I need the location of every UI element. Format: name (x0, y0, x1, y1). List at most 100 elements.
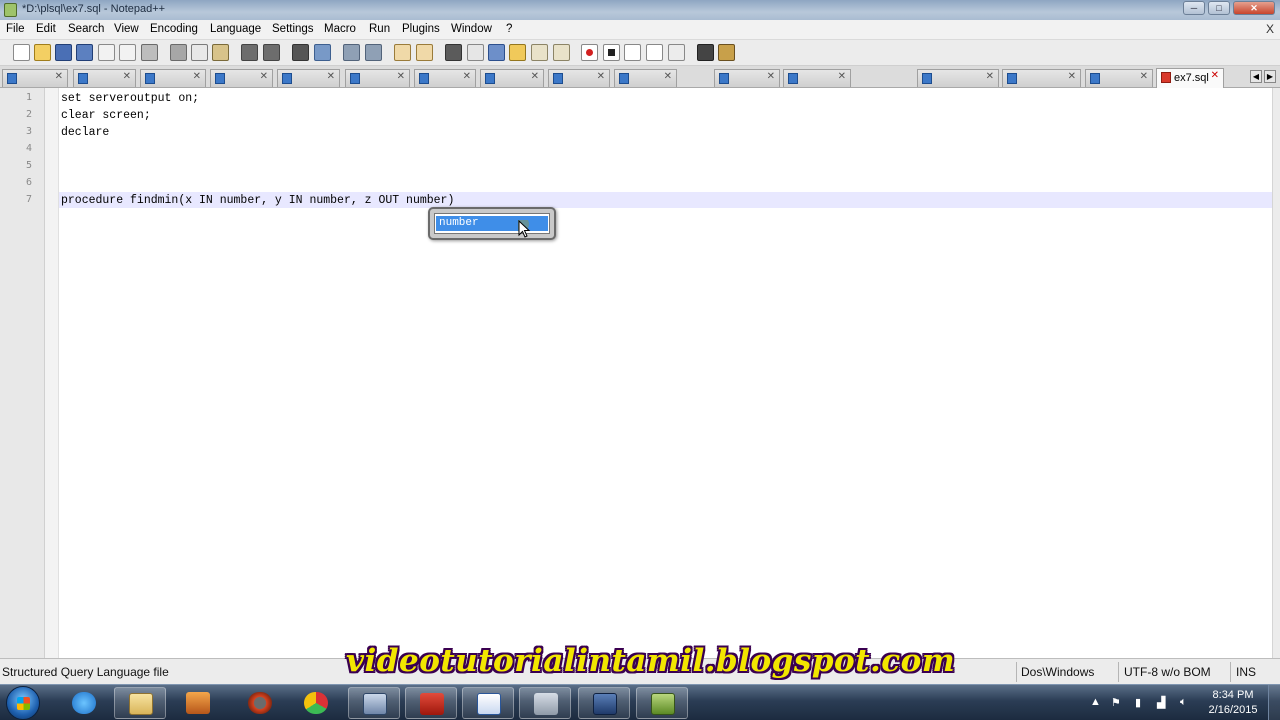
app-button[interactable] (234, 687, 286, 719)
show-hidden-icons-icon[interactable]: ▲ (1090, 696, 1101, 708)
tab[interactable]: ✕ (548, 69, 610, 87)
word-button[interactable] (462, 687, 514, 719)
vertical-scrollbar[interactable] (1272, 88, 1280, 658)
menu-edit[interactable]: Edit (36, 23, 56, 35)
close-icon[interactable]: ✕ (397, 71, 405, 82)
tab[interactable]: ✕ (917, 69, 999, 87)
tab[interactable]: ✕ (614, 69, 677, 87)
menu-macro[interactable]: Macro (324, 23, 356, 35)
maximize-button[interactable]: □ (1208, 1, 1230, 15)
copy-icon[interactable] (191, 44, 208, 61)
tab[interactable]: ✕ (73, 69, 136, 87)
close-button[interactable]: ✕ (1233, 1, 1275, 15)
sync-horizontal-icon[interactable] (416, 44, 433, 61)
action-center-flag-icon[interactable]: ⚑ (1111, 696, 1121, 709)
sql-plugin-icon[interactable] (697, 44, 714, 61)
media-player-button[interactable] (172, 687, 224, 719)
tab-active[interactable]: ex7.sql ✕ (1156, 68, 1224, 88)
tab[interactable]: ✕ (277, 69, 340, 87)
zoom-out-icon[interactable] (365, 44, 382, 61)
close-icon[interactable]: ✕ (260, 71, 268, 82)
menu-plugins[interactable]: Plugins (402, 23, 440, 35)
file-explorer-button[interactable] (114, 687, 166, 719)
close-icon[interactable]: ✕ (1140, 71, 1148, 82)
word-wrap-icon[interactable] (445, 44, 462, 61)
save-icon[interactable] (55, 44, 72, 61)
document-map-icon[interactable] (531, 44, 548, 61)
user-language-icon[interactable] (509, 44, 526, 61)
save-all-icon[interactable] (76, 44, 93, 61)
plugin-icon[interactable] (718, 44, 735, 61)
close-icon[interactable]: ✕ (767, 71, 775, 82)
tab[interactable]: ✕ (140, 69, 206, 87)
menu-view[interactable]: View (114, 23, 139, 35)
editor[interactable]: 1 2 3 4 5 6 7 set serveroutput on; clear… (0, 88, 1280, 658)
network-icon[interactable]: ▟ (1157, 696, 1165, 709)
paste-icon[interactable] (212, 44, 229, 61)
cut-icon[interactable] (170, 44, 187, 61)
tab-scroll-right-icon[interactable]: ▶ (1264, 70, 1276, 83)
chrome-button[interactable] (290, 687, 342, 719)
close-icon[interactable]: ✕ (1211, 70, 1219, 81)
close-icon[interactable]: ✕ (664, 71, 672, 82)
tools-button[interactable] (519, 687, 571, 719)
tab[interactable]: ✕ (2, 69, 68, 87)
tab[interactable]: ✕ (783, 69, 851, 87)
battery-icon[interactable]: ▮ (1135, 696, 1141, 709)
minimize-button[interactable]: ─ (1183, 1, 1205, 15)
close-document-icon[interactable]: X (1266, 22, 1274, 36)
menu-settings[interactable]: Settings (272, 23, 314, 35)
function-list-icon[interactable] (553, 44, 570, 61)
zoom-in-icon[interactable] (343, 44, 360, 61)
undo-icon[interactable] (241, 44, 258, 61)
menu-window[interactable]: Window (451, 23, 492, 35)
menu-help[interactable]: ? (506, 23, 512, 35)
clock[interactable]: 8:34 PM 2/16/2015 (1200, 688, 1266, 718)
save-macro-icon[interactable] (668, 44, 685, 61)
internet-explorer-button[interactable] (58, 687, 110, 719)
menu-encoding[interactable]: Encoding (150, 23, 198, 35)
find-icon[interactable] (292, 44, 309, 61)
menu-file[interactable]: File (6, 23, 25, 35)
close-icon[interactable]: ✕ (55, 71, 63, 82)
close-all-icon[interactable] (119, 44, 136, 61)
close-icon[interactable]: ✕ (327, 71, 335, 82)
play-macro-icon[interactable] (624, 44, 641, 61)
tab[interactable]: ✕ (1085, 69, 1153, 87)
close-icon[interactable]: ✕ (123, 71, 131, 82)
show-desktop-button[interactable] (1268, 685, 1280, 720)
menu-run[interactable]: Run (369, 23, 390, 35)
show-all-characters-icon[interactable] (467, 44, 484, 61)
sql-plus-button[interactable] (578, 687, 630, 719)
close-icon[interactable]: ✕ (986, 71, 994, 82)
close-icon[interactable]: ✕ (838, 71, 846, 82)
close-icon[interactable]: ✕ (193, 71, 201, 82)
volume-icon[interactable]: 🔈︎ (1180, 696, 1187, 709)
close-icon[interactable]: ✕ (1068, 71, 1076, 82)
menu-language[interactable]: Language (210, 23, 261, 35)
menu-search[interactable]: Search (68, 23, 104, 35)
tab[interactable]: ✕ (345, 69, 410, 87)
run-macro-multiple-icon[interactable] (646, 44, 663, 61)
fold-margin[interactable] (45, 88, 59, 658)
close-icon[interactable]: ✕ (463, 71, 471, 82)
tab[interactable]: ✕ (480, 69, 544, 87)
open-file-icon[interactable] (34, 44, 51, 61)
notepad-plus-plus-button[interactable] (636, 687, 688, 719)
sync-vertical-icon[interactable] (394, 44, 411, 61)
tab[interactable]: ✕ (1002, 69, 1081, 87)
close-icon[interactable]: ✕ (531, 71, 539, 82)
acrobat-reader-button[interactable] (405, 687, 457, 719)
start-button[interactable] (6, 686, 40, 720)
print-icon[interactable] (141, 44, 158, 61)
close-file-icon[interactable] (98, 44, 115, 61)
close-icon[interactable]: ✕ (597, 71, 605, 82)
tab[interactable]: ✕ (210, 69, 273, 87)
tab-scroll-left-icon[interactable]: ◀ (1250, 70, 1262, 83)
redo-icon[interactable] (263, 44, 280, 61)
new-file-icon[interactable] (13, 44, 30, 61)
video-editor-button[interactable] (348, 687, 400, 719)
replace-icon[interactable] (314, 44, 331, 61)
record-macro-icon[interactable] (581, 44, 598, 61)
stop-macro-icon[interactable] (603, 44, 620, 61)
